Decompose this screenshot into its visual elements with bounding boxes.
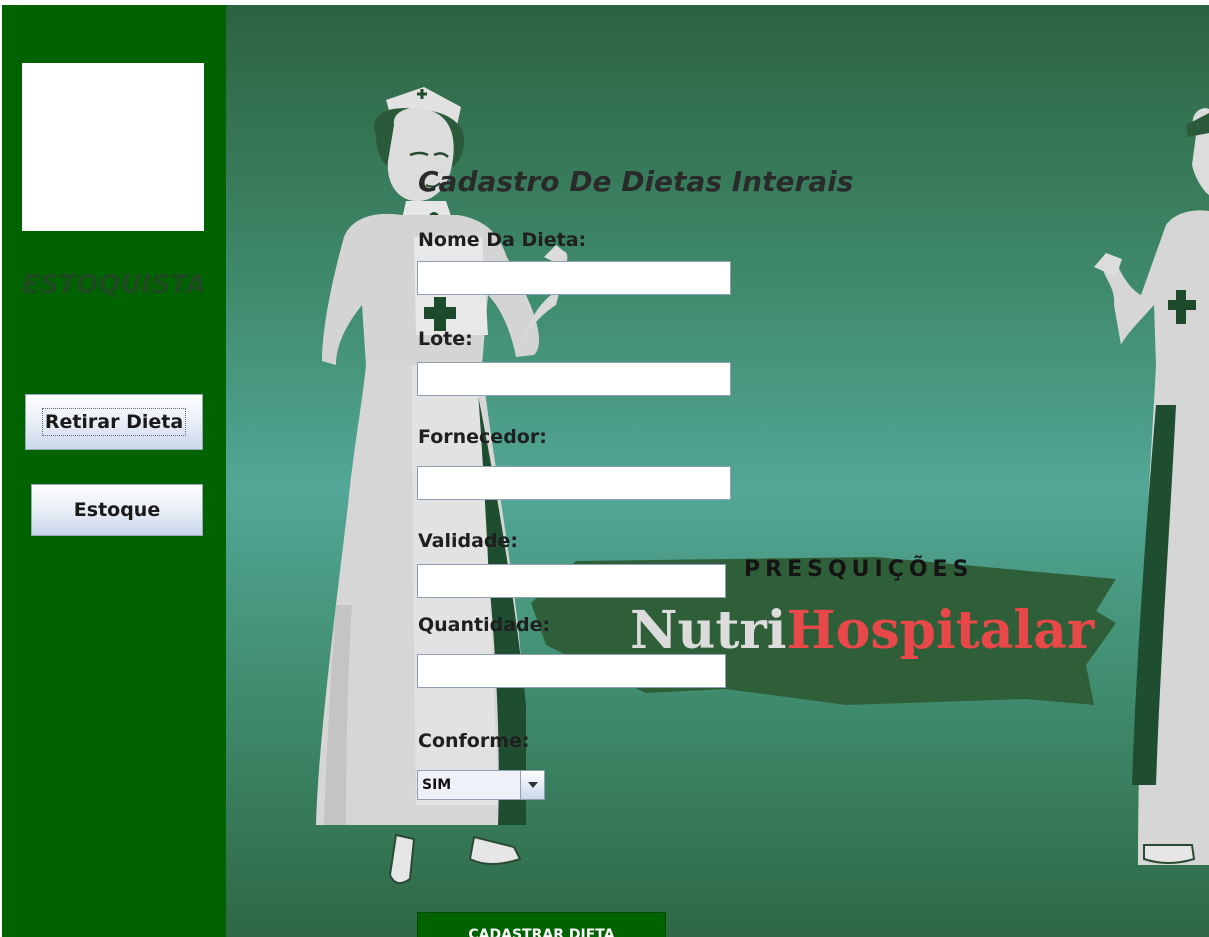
conforme-select[interactable]: SIM [417,770,545,800]
fornecedor-label: Fornecedor: [418,426,547,448]
cadastrar-dieta-button[interactable]: CADASTRAR DIETA [417,912,666,937]
estoque-label: Estoque [73,499,161,521]
page-title: Cadastro De Dietas Interais [418,165,854,198]
brand-name-part2: Hospitalar [786,600,1095,661]
main-panel: Cadastro De Dietas Interais Nome Da Diet… [226,5,1209,937]
brand-subtitle: PRESQUIÇÕES [744,557,974,582]
chevron-down-icon[interactable] [520,771,544,799]
quantidade-input[interactable] [417,654,726,688]
conforme-label: Conforme: [418,730,530,752]
lote-label: Lote: [418,328,473,350]
nome-dieta-input[interactable] [417,261,731,295]
logo-placeholder [22,63,204,231]
brand-name: NutriHospitalar [630,601,1094,661]
estoque-button[interactable]: Estoque [31,484,203,536]
fornecedor-input[interactable] [417,466,731,500]
conforme-selected-value: SIM [422,777,452,793]
validade-label: Validade: [418,530,519,552]
quantidade-label: Quantidade: [418,614,551,636]
cadastrar-dieta-label: CADASTRAR DIETA [468,927,615,937]
retirar-dieta-label: Retirar Dieta [41,408,187,436]
brand-name-part1: Nutri [630,600,787,661]
app-window: ESTOQUISTA Retirar Dieta Estoque Cadastr… [2,5,1209,937]
user-role-label: ESTOQUISTA [22,270,206,300]
validade-input[interactable] [417,564,726,598]
nome-dieta-label: Nome Da Dieta: [418,229,587,251]
retirar-dieta-button[interactable]: Retirar Dieta [25,394,203,450]
lote-input[interactable] [417,362,731,396]
right-nurse-figure [1094,108,1209,865]
sidebar: ESTOQUISTA Retirar Dieta Estoque [2,5,226,937]
